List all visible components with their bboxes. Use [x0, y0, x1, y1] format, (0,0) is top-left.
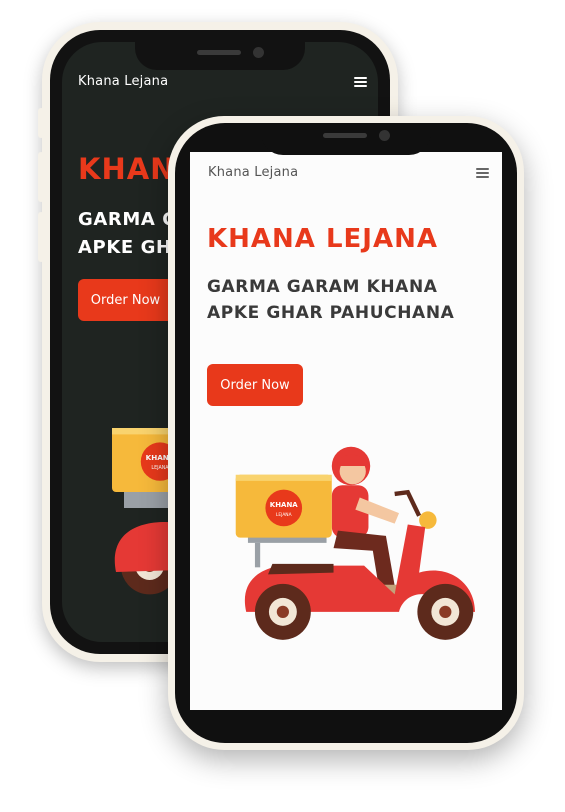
box-logo-line2: LEJANA [151, 465, 169, 471]
order-now-button[interactable]: Order Now [78, 279, 173, 321]
hero-tagline: GARMA GARAM KHANA APKE GHAR PAHUCHANA [207, 274, 454, 327]
tagline-line-2: APKE GHAR PAHUCHANA [207, 303, 455, 324]
delivery-box: KHANA LEJANA [235, 474, 332, 538]
front-camera [379, 130, 390, 141]
scooter-seat [268, 563, 334, 575]
scooter-handlebar [394, 489, 422, 517]
phone-mockup-front: Khana Lejana KHANA LEJANA GARMA GARAM KH… [168, 116, 524, 750]
scooter-headlight [419, 511, 437, 529]
phone-notch [135, 42, 305, 70]
hamburger-menu-icon[interactable] [476, 168, 489, 178]
volume-up-button [38, 152, 44, 202]
hero-title: KHANA LEJANA [207, 224, 438, 254]
navbar-brand[interactable]: Khana Lejana [78, 74, 168, 89]
light-screen: Khana Lejana KHANA LEJANA GARMA GARAM KH… [190, 152, 502, 710]
speaker [323, 133, 367, 138]
mute-switch [38, 108, 44, 138]
order-now-button[interactable]: Order Now [207, 364, 303, 406]
box-logo-line2: LEJANA [276, 512, 292, 518]
hamburger-menu-icon[interactable] [354, 77, 367, 87]
volume-down-button [38, 212, 44, 262]
navbar-brand[interactable]: Khana Lejana [208, 165, 298, 180]
speaker [197, 50, 241, 55]
phone-notch [261, 123, 431, 155]
tagline-line-1: GARMA GARAM KHANA [207, 277, 438, 297]
box-logo-line1: KHANA [270, 501, 298, 509]
front-camera [253, 47, 264, 58]
delivery-scooter-illustration: KHANA LEJANA [235, 446, 476, 640]
scooter-wheel-back [254, 583, 311, 640]
scooter-wheel-front [417, 583, 474, 640]
